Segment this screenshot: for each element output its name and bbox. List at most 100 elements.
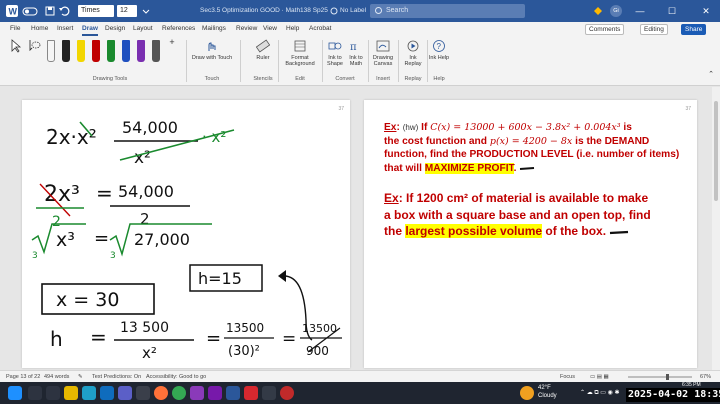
ex1-line2b: is the DEMAND [575, 135, 650, 147]
clock-overlay: 2025-04-02 18:35:51 [626, 388, 720, 402]
ribbon-separator [322, 40, 323, 82]
autosave-toggle-icon[interactable] [22, 5, 38, 17]
recorder-icon[interactable] [280, 386, 294, 400]
tab-layout[interactable]: Layout [133, 22, 153, 36]
weather-desc[interactable]: Cloudy [538, 393, 557, 399]
ink-help-button[interactable]: ? Ink Help [428, 39, 450, 61]
pencil-gray[interactable] [152, 40, 160, 62]
copilot-icon[interactable] [592, 5, 604, 17]
hw-line1-lhs: 2x·x² [46, 125, 97, 149]
format-background-button[interactable]: Format Background [280, 39, 320, 67]
app-icon[interactable] [190, 386, 204, 400]
black-pen[interactable] [62, 40, 70, 62]
ink-help-label: Ink Help [428, 55, 450, 61]
hw-h-num3: 13500 [302, 322, 337, 335]
pen-green[interactable] [107, 40, 115, 62]
help-group-label: Help [433, 76, 445, 82]
lasso-tool[interactable] [26, 39, 42, 55]
close-button[interactable]: ✕ [694, 0, 718, 22]
hw-line2-den: 2 [140, 210, 150, 228]
maximize-button[interactable]: ☐ [660, 0, 684, 22]
customize-toolbar-icon[interactable] [140, 5, 152, 17]
tab-file[interactable]: File [10, 22, 20, 36]
ex1-tag: Ex [384, 122, 397, 133]
search-icon [375, 7, 382, 14]
tab-home[interactable]: Home [31, 22, 48, 36]
word-logo-icon: W [6, 5, 18, 17]
ink-replay-label: Ink Replay [404, 55, 422, 67]
edge-icon[interactable] [82, 386, 96, 400]
ex2-line1: : If 1200 cm² of material is available t… [398, 191, 649, 205]
right-page[interactable]: 37 Ex: (hw) If C(x) = 13000 + 600x − 3.8… [364, 100, 697, 368]
tab-mailings[interactable]: Mailings [202, 22, 226, 36]
drawing-canvas-button[interactable]: Drawing Canvas [372, 39, 394, 67]
task-view-icon[interactable] [46, 386, 60, 400]
sensitivity-label[interactable]: No Label [340, 0, 366, 22]
teams-icon[interactable] [118, 386, 132, 400]
ink-dash [610, 230, 629, 234]
windows-start-icon[interactable] [8, 386, 22, 400]
editing-mode-button[interactable]: Editing [640, 24, 668, 35]
minimize-button[interactable]: — [628, 0, 652, 22]
comments-label: Comments [589, 26, 621, 33]
ink-to-math-icon: π [350, 42, 357, 53]
outlook-icon[interactable] [100, 386, 114, 400]
pen-purple[interactable] [137, 40, 145, 62]
ribbon-separator [240, 40, 241, 82]
select-tool[interactable] [8, 39, 24, 55]
tab-acrobat[interactable]: Acrobat [309, 22, 331, 36]
pen-blue[interactable] [122, 40, 130, 62]
share-button[interactable]: Share [681, 24, 707, 35]
ex1-maximize-profit: MAXIMIZE PROFIT [424, 162, 514, 174]
tab-review[interactable]: Review [236, 22, 257, 36]
left-page[interactable]: 37 2x·x² 54,000 x² · x² 2x³ = 54,000 2 2… [22, 100, 350, 368]
terminal-icon[interactable] [262, 386, 276, 400]
comments-button[interactable]: Comments [585, 24, 625, 35]
explorer-icon[interactable] [64, 386, 78, 400]
search-taskbar-icon[interactable] [28, 386, 42, 400]
tab-view[interactable]: View [263, 22, 277, 36]
eraser-tool[interactable] [47, 40, 55, 62]
document-title[interactable]: Sec3.5 Optimization GOOD · Math138 Sp25 [200, 0, 328, 22]
ink-replay-button[interactable]: Ink Replay [402, 39, 424, 67]
undo-icon[interactable] [58, 5, 70, 17]
highlighter-yellow[interactable] [77, 40, 85, 62]
tab-insert[interactable]: Insert [57, 22, 73, 36]
add-pen-button[interactable]: + [166, 38, 178, 47]
ribbon-tabs: File Home Insert Draw Design Layout Refe… [0, 22, 720, 36]
font-size-box[interactable]: 12 [117, 5, 137, 17]
acrobat-icon[interactable] [244, 386, 258, 400]
scrollbar-thumb[interactable] [714, 101, 718, 201]
ink-to-shape-button[interactable]: Ink to Shape [325, 39, 345, 67]
sensitivity-icon [330, 5, 338, 17]
save-icon[interactable] [44, 5, 56, 17]
ruler-button[interactable]: Ruler [248, 39, 278, 61]
user-avatar[interactable]: Gi [610, 5, 622, 17]
hw-line2-num: 54,000 [118, 182, 174, 201]
status-bar: Page 13 of 22 494 words ✎ Text Predictio… [0, 370, 720, 382]
onenote-icon[interactable] [208, 386, 222, 400]
pen-red[interactable] [92, 40, 100, 62]
chrome-icon[interactable] [172, 386, 186, 400]
ex1-if: If [421, 122, 428, 133]
collapse-ribbon-icon[interactable]: ⌃ [706, 71, 716, 78]
ex1-line2a: the cost function and [384, 135, 488, 147]
search-box[interactable]: Search [370, 4, 525, 18]
font-name-box[interactable]: Times [78, 5, 114, 17]
tab-draw[interactable]: Draw [82, 22, 98, 36]
hw-line3-lhs: x³ [56, 229, 75, 251]
vertical-scrollbar[interactable] [712, 87, 720, 370]
weather-temp[interactable]: 42°F [538, 385, 551, 391]
insert-group-label: Insert [376, 76, 390, 82]
word-taskbar-icon[interactable] [226, 386, 240, 400]
draw-with-touch-button[interactable]: Draw with Touch [190, 39, 234, 61]
system-tray-icons[interactable]: ⌃ ☁ ⧉ ▭ ◉ ✱ [580, 389, 620, 397]
ruler-label: Ruler [256, 55, 270, 61]
ink-to-math-button[interactable]: π Ink to Math [346, 39, 366, 67]
tab-references[interactable]: References [162, 22, 195, 36]
tab-help[interactable]: Help [286, 22, 299, 36]
weather-icon[interactable] [520, 386, 534, 400]
store-icon[interactable] [136, 386, 150, 400]
firefox-icon[interactable] [154, 386, 168, 400]
tab-design[interactable]: Design [105, 22, 125, 36]
